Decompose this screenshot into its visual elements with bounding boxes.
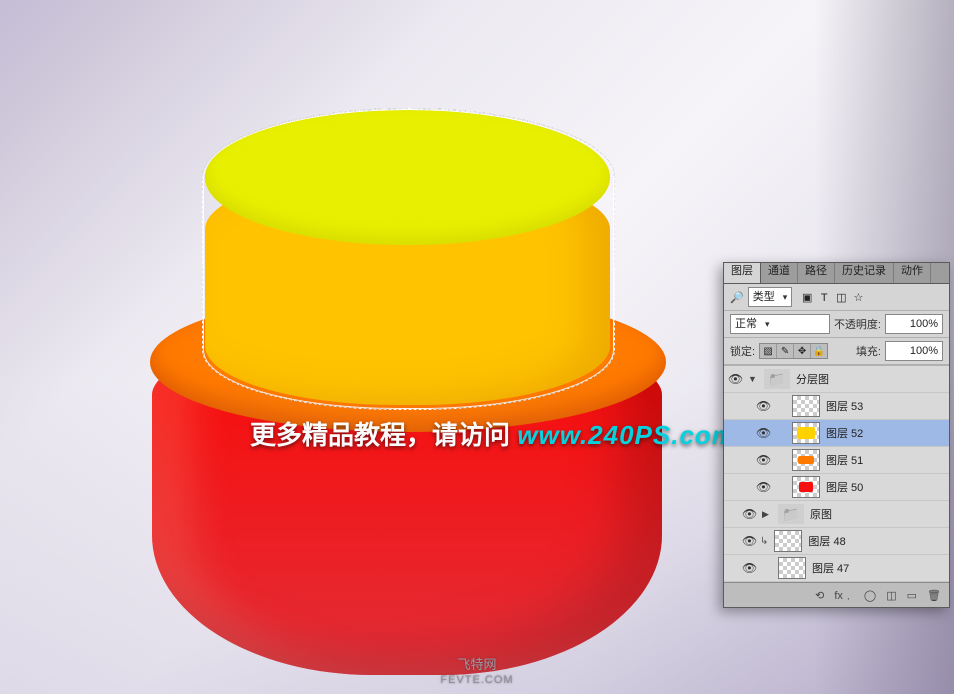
layer-row-48[interactable]: 👁 ↳ 图层 48: [724, 528, 949, 555]
watermark-line2: FEVTE.COM: [0, 673, 954, 688]
layers-panel: 图层 通道 路径 历史记录 动作 🔎 类型 ▣ T ◫ ☆ 正常 不透明度: 1…: [723, 262, 950, 608]
promo-overlay-pre: 更多精品教程，请访问: [250, 420, 510, 450]
lock-position-icon[interactable]: ✥: [794, 344, 811, 358]
filter-shape-icon[interactable]: ◫: [834, 291, 848, 304]
panel-tabs: 图层 通道 路径 历史记录 动作: [724, 263, 949, 284]
lock-label: 锁定:: [730, 343, 755, 359]
panel-footer: ⟲ fx﹒ ◯ ◫ ▭ 🗑: [724, 582, 949, 607]
visibility-toggle[interactable]: 👁: [728, 372, 742, 386]
blend-mode-value: 正常: [735, 317, 757, 331]
layer-thumbnail[interactable]: [792, 476, 820, 498]
layer-list: 👁 ▼ 分层图 👁 图层 53 👁 图层 52 👁 图层 51 👁: [724, 365, 949, 582]
disclosure-arrow[interactable]: ▶: [762, 509, 772, 520]
blend-mode-select[interactable]: 正常: [730, 314, 830, 334]
layer-row-53[interactable]: 👁 图层 53: [724, 393, 949, 420]
tab-layers[interactable]: 图层: [724, 263, 761, 283]
visibility-toggle[interactable]: 👁: [742, 534, 756, 548]
visibility-toggle[interactable]: 👁: [742, 507, 756, 521]
clip-indicator-icon: ↳: [760, 536, 768, 547]
jar-artwork: [110, 70, 710, 660]
filter-text-icon[interactable]: T: [817, 292, 831, 304]
folder-icon: [764, 369, 790, 389]
fill-label: 填充:: [856, 343, 881, 359]
tab-actions[interactable]: 动作: [894, 263, 931, 283]
visibility-toggle[interactable]: 👁: [756, 399, 770, 413]
search-icon: 🔎: [730, 291, 744, 304]
new-group-icon[interactable]: ◫: [886, 589, 896, 602]
layer-thumbnail[interactable]: [792, 395, 820, 417]
tab-history[interactable]: 历史记录: [835, 263, 894, 283]
promo-overlay: 更多精品教程，请访问 www.240PS.com: [250, 415, 736, 452]
layer-fx-icon[interactable]: fx﹒: [834, 587, 854, 603]
layer-row-50[interactable]: 👁 图层 50: [724, 474, 949, 501]
opacity-value: 100%: [910, 317, 938, 331]
layer-row-group-main[interactable]: 👁 ▼ 分层图: [724, 366, 949, 393]
lock-row: 锁定: ▧ ✎ ✥ 🔒 填充: 100%: [724, 338, 949, 365]
layer-name[interactable]: 图层 52: [826, 425, 863, 441]
filter-smart-icon[interactable]: ☆: [851, 291, 865, 304]
folder-icon: [778, 504, 804, 524]
add-mask-icon[interactable]: ◯: [864, 589, 876, 602]
opacity-field[interactable]: 100%: [885, 314, 943, 334]
lock-transparency-icon[interactable]: ▧: [760, 344, 777, 358]
layer-thumbnail[interactable]: [792, 449, 820, 471]
visibility-toggle[interactable]: 👁: [756, 426, 770, 440]
lock-pixels-icon[interactable]: ✎: [777, 344, 794, 358]
tab-channels[interactable]: 通道: [761, 263, 798, 283]
delete-layer-icon[interactable]: 🗑: [927, 589, 941, 602]
layer-name[interactable]: 图层 53: [826, 398, 863, 414]
layer-name[interactable]: 图层 48: [808, 533, 845, 549]
jar-cap-top: [205, 110, 610, 245]
layer-thumbnail[interactable]: [778, 557, 806, 579]
blend-row: 正常 不透明度: 100%: [724, 311, 949, 338]
tab-paths[interactable]: 路径: [798, 263, 835, 283]
watermark: 飞特网 FEVTE.COM: [0, 656, 954, 688]
opacity-label: 不透明度:: [834, 316, 881, 332]
promo-overlay-url: www.240PS.com: [517, 420, 736, 450]
layer-thumbnail[interactable]: [774, 530, 802, 552]
layer-row-47[interactable]: 👁 图层 47: [724, 555, 949, 582]
new-layer-icon[interactable]: ▭: [907, 589, 917, 602]
fill-field[interactable]: 100%: [885, 341, 943, 361]
fill-value: 100%: [910, 344, 938, 358]
layer-name[interactable]: 分层图: [796, 371, 829, 387]
layer-row-52[interactable]: 👁 图层 52: [724, 420, 949, 447]
watermark-line1: 飞特网: [0, 656, 954, 674]
lock-buttons: ▧ ✎ ✥ 🔒: [759, 343, 828, 359]
link-layers-icon[interactable]: ⟲: [815, 589, 824, 602]
filter-pixel-icon[interactable]: ▣: [800, 291, 814, 304]
layer-kind-label: 类型: [753, 290, 775, 304]
visibility-toggle[interactable]: 👁: [756, 453, 770, 467]
layer-name[interactable]: 图层 50: [826, 479, 863, 495]
disclosure-arrow[interactable]: ▼: [748, 374, 758, 384]
layer-name[interactable]: 原图: [810, 506, 832, 522]
visibility-toggle[interactable]: 👁: [756, 480, 770, 494]
layer-row-51[interactable]: 👁 图层 51: [724, 447, 949, 474]
layer-row-group-original[interactable]: 👁 ▶ 原图: [724, 501, 949, 528]
visibility-toggle[interactable]: 👁: [742, 561, 756, 575]
layer-name[interactable]: 图层 51: [826, 452, 863, 468]
layer-filter-icons: ▣ T ◫ ☆: [800, 291, 865, 304]
layer-name[interactable]: 图层 47: [812, 560, 849, 576]
jar-body: [152, 330, 662, 675]
layer-kind-select[interactable]: 类型: [748, 287, 793, 307]
filter-row: 🔎 类型 ▣ T ◫ ☆: [724, 284, 949, 311]
layer-thumbnail[interactable]: [792, 422, 820, 444]
lock-all-icon[interactable]: 🔒: [811, 344, 827, 358]
